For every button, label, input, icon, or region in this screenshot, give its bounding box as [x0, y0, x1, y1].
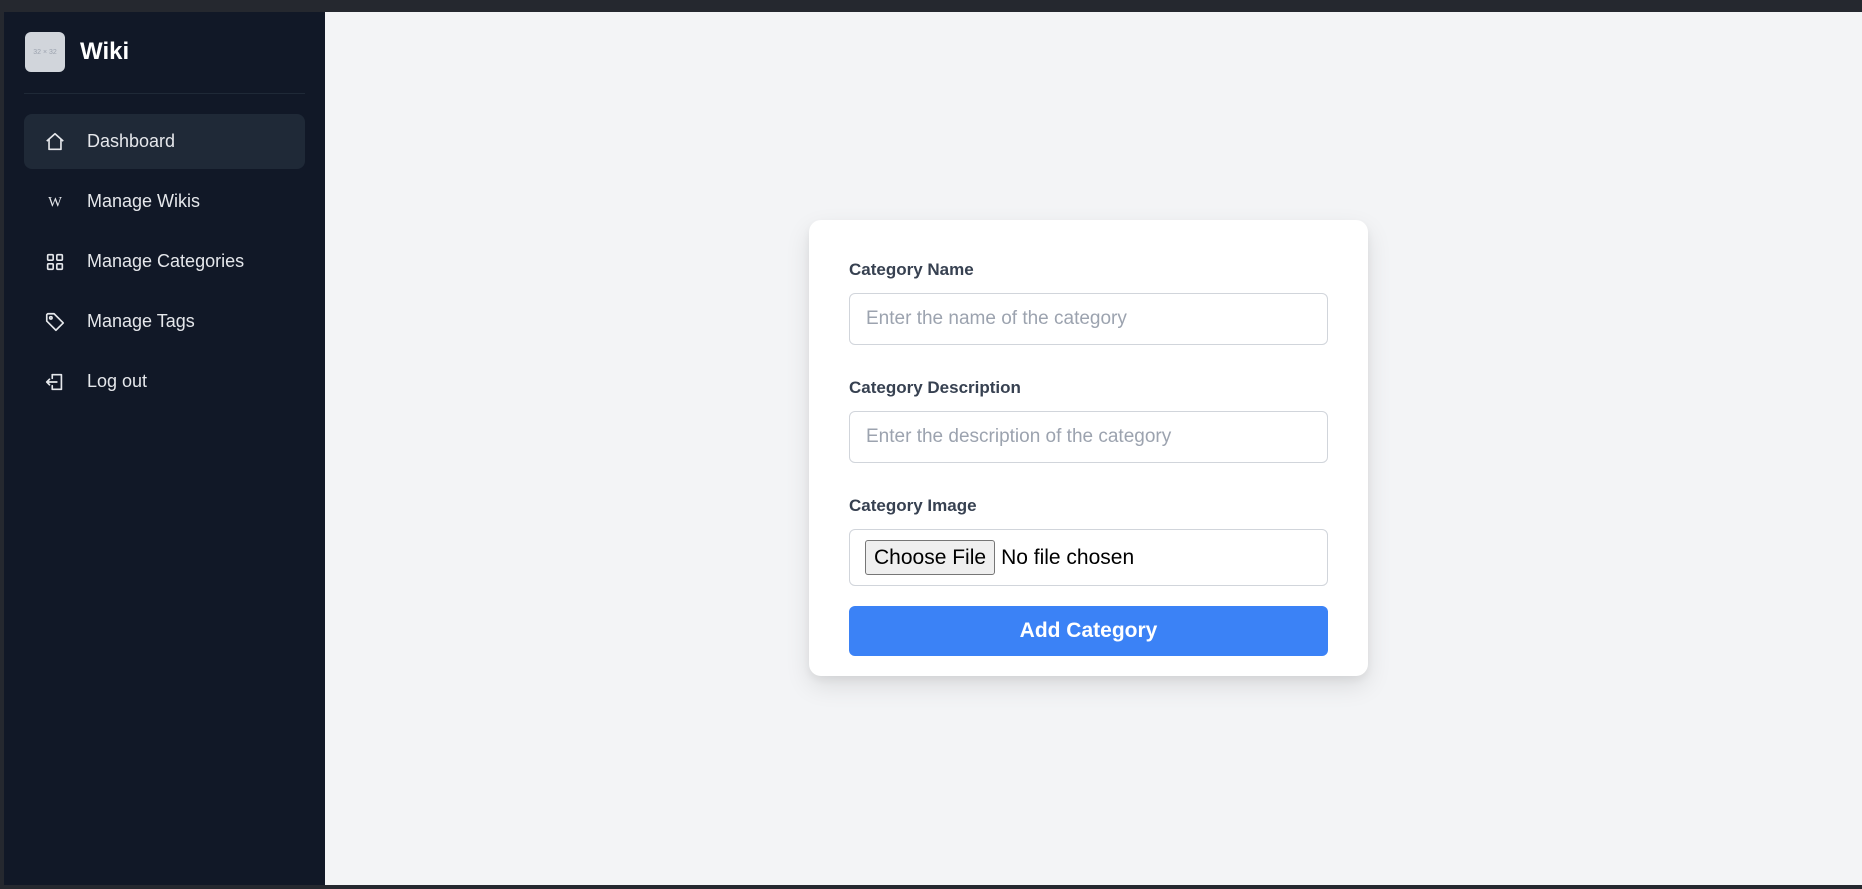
category-image-file-input[interactable]: Choose File No file chosen: [849, 529, 1328, 586]
add-category-button[interactable]: Add Category: [849, 606, 1328, 656]
svg-text:W: W: [48, 194, 62, 210]
sidebar-item-label: Manage Categories: [87, 251, 245, 271]
logout-icon: [44, 371, 66, 393]
logo: 32 × 32: [25, 32, 65, 72]
sidebar-item-manage-wikis[interactable]: W Manage Wikis: [24, 174, 305, 229]
wikipedia-w-icon: W: [44, 191, 66, 213]
choose-file-button[interactable]: Choose File: [865, 540, 996, 575]
brand-name: Wiki: [80, 38, 130, 65]
category-name-label: Category Name: [849, 260, 974, 279]
file-status-text: No file chosen: [1001, 545, 1135, 569]
sidebar-item-label: Manage Tags: [87, 311, 195, 331]
category-name-input[interactable]: [849, 293, 1328, 345]
category-description-label: Category Description: [849, 378, 1021, 397]
home-icon: [44, 131, 66, 153]
app-window: 32 × 32 Wiki Dashboard W Manage Wikis Ma…: [4, 12, 1862, 885]
category-image-label: Category Image: [849, 496, 977, 515]
sidebar: 32 × 32 Wiki Dashboard W Manage Wikis Ma…: [4, 12, 325, 885]
sidebar-item-label: Dashboard: [87, 131, 176, 151]
sidebar-item-label: Log out: [87, 371, 148, 391]
add-category-form: Category Name Category Description Categ…: [809, 220, 1368, 676]
tag-icon: [44, 311, 66, 333]
sidebar-item-manage-categories[interactable]: Manage Categories: [24, 234, 305, 289]
category-description-input[interactable]: [849, 411, 1328, 463]
sidebar-item-label: Manage Wikis: [87, 191, 201, 211]
sidebar-divider: [24, 93, 305, 94]
brand: 32 × 32 Wiki: [24, 32, 305, 72]
sidebar-item-log-out[interactable]: Log out: [24, 354, 305, 409]
grid-icon: [44, 251, 66, 273]
main-content: Category Name Category Description Categ…: [325, 12, 1862, 885]
sidebar-item-manage-tags[interactable]: Manage Tags: [24, 294, 305, 349]
sidebar-item-dashboard[interactable]: Dashboard: [24, 114, 305, 169]
